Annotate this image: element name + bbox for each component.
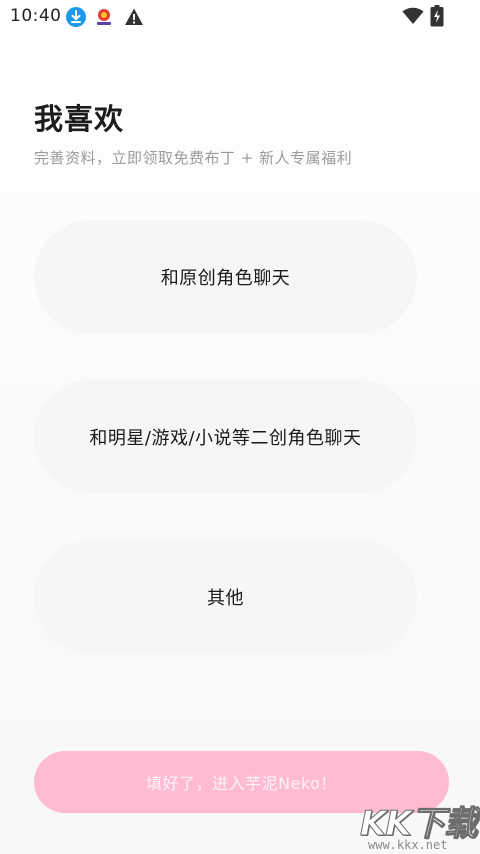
download-icon (66, 7, 86, 27)
battery-icon (430, 5, 444, 27)
status-bar: 10:40 (0, 0, 480, 34)
watermark-url: www.kkx.net (368, 838, 448, 852)
option-label: 其他 (207, 588, 244, 609)
wifi-icon (402, 7, 424, 24)
status-time: 10:40 (10, 6, 62, 26)
option-fanfiction-character-chat[interactable]: 和明星/游戏/小说等二创角色聊天 (34, 380, 417, 494)
watermark: KK下载 www.kkx.net (356, 796, 480, 854)
option-label: 和明星/游戏/小说等二创角色聊天 (89, 428, 362, 449)
option-original-character-chat[interactable]: 和原创角色聊天 (34, 220, 417, 334)
app-notification-icon (95, 8, 113, 26)
option-other[interactable]: 其他 (34, 540, 417, 654)
page-title: 我喜欢 (34, 102, 125, 136)
submit-label: 填好了，进入芋泥Neko！ (146, 774, 337, 793)
page-subtitle: 完善资料，立即领取免费布丁 + 新人专属福利 (34, 149, 353, 167)
option-label: 和原创角色聊天 (160, 268, 291, 289)
warning-icon (125, 8, 143, 25)
